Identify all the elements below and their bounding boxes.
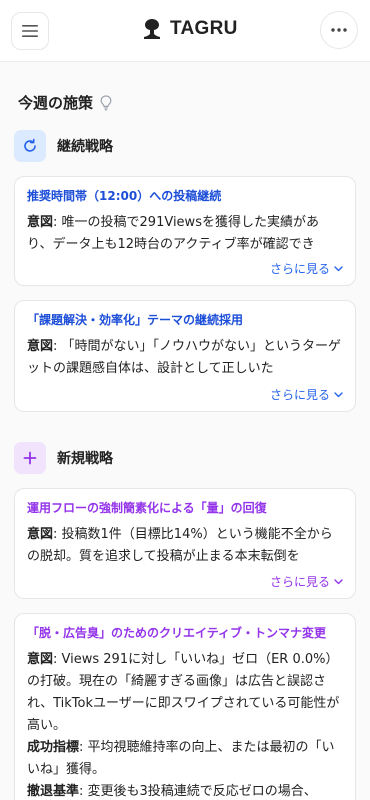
card-withdraw-criteria: 撤退基準: 変更後も3投稿連続で反応ゼロの場合、 <box>27 781 343 800</box>
group-header-continue: 継続戦略 <box>14 130 113 162</box>
intent-text: : Views 291に対し「いいね」ゼロ（ER 0.0%）の打破。現在の「綺麗… <box>27 652 340 733</box>
group-label: 継続戦略 <box>57 139 113 155</box>
intent-label: 意図 <box>27 339 54 354</box>
section-title: 今週の施策 <box>18 92 112 113</box>
ellipsis-icon <box>331 28 347 32</box>
success-label: 成功指標 <box>27 740 80 755</box>
card-intent: 意図: 投稿数1件（目標比14%）という機能不全からの脱却。質を追求して投稿が止… <box>27 524 343 568</box>
card-success-metric: 成功指標: 平均視聴維持率の向上、または最初の「いいね」獲得。 <box>27 737 343 781</box>
strategy-card[interactable]: 推奨時間帯（12:00）への投稿継続 意図: 唯一の投稿で291Viewsを獲得… <box>14 176 356 286</box>
intent-text: : 唯一の投稿で291Viewsを獲得した実績があり、データ上も12時台のアクテ… <box>27 215 319 252</box>
section-title-text: 今週の施策 <box>18 94 94 112</box>
hamburger-icon <box>22 25 38 37</box>
strategy-card[interactable]: 「課題解決・効率化」テーマの継続採用 意図: 「時間がない」「ノウハウがない」と… <box>14 300 356 412</box>
intent-label: 意図 <box>27 215 54 230</box>
withdraw-label: 撤退基準 <box>27 784 80 799</box>
withdraw-text: : 変更後も3投稿連続で反応ゼロの場合、 <box>79 784 317 799</box>
strategy-card[interactable]: 運用フローの強制簡素化による「量」の回復 意図: 投稿数1件（目標比14%）とい… <box>14 488 356 599</box>
intent-label: 意図 <box>27 527 54 542</box>
card-title: 「脱・広告臭」のためのクリエイティブ・トンマナ変更 <box>27 626 327 640</box>
card-title: 推奨時間帯（12:00）への投稿継続 <box>27 189 222 203</box>
card-intent: 意図: 唯一の投稿で291Viewsを獲得した実績があり、データ上も12時台のア… <box>27 212 343 256</box>
see-more-link[interactable]: さらに見る <box>270 573 343 590</box>
lightbulb-icon <box>100 94 112 110</box>
strategy-card-expanded[interactable]: 「脱・広告臭」のためのクリエイティブ・トンマナ変更 意図: Views 291に… <box>14 613 356 800</box>
see-more-label: さらに見る <box>269 575 330 589</box>
tree-logo-icon <box>144 19 160 39</box>
see-more-label: さらに見る <box>269 388 330 402</box>
card-title: 運用フローの強制簡素化による「量」の回復 <box>27 501 267 515</box>
card-title: 「課題解決・効率化」テーマの継続採用 <box>27 313 244 327</box>
chevron-down-icon <box>334 578 343 584</box>
intent-label: 意図 <box>27 652 54 667</box>
chevron-down-icon <box>334 265 343 271</box>
plus-icon <box>23 451 37 465</box>
top-bar: TAGRU <box>0 0 370 62</box>
see-more-link[interactable]: さらに見る <box>270 386 343 403</box>
intent-text: : 「時間がない」「ノウハウがない」というターゲットの課題感自体は、設計として正… <box>27 339 342 376</box>
chevron-down-icon <box>334 391 343 397</box>
group-label: 新規戦略 <box>57 451 113 467</box>
see-more-link[interactable]: さらに見る <box>270 260 343 277</box>
intent-text: : 投稿数1件（目標比14%）という機能不全からの脱却。質を追求して投稿が止まる… <box>27 527 333 564</box>
card-intent: 意図: 「時間がない」「ノウハウがない」というターゲットの課題感自体は、設計とし… <box>27 336 343 380</box>
more-button[interactable] <box>320 11 358 49</box>
brand-logo[interactable]: TAGRU <box>142 14 238 44</box>
refresh-icon <box>24 138 36 152</box>
menu-button[interactable] <box>11 12 49 50</box>
see-more-label: さらに見る <box>269 262 330 276</box>
group-icon-box <box>14 442 46 474</box>
group-icon-box <box>14 130 46 162</box>
brand-name: TAGRU <box>170 18 238 39</box>
card-intent: 意図: Views 291に対し「いいね」ゼロ（ER 0.0%）の打破。現在の「… <box>27 649 343 737</box>
group-header-new: 新規戦略 <box>14 442 113 474</box>
